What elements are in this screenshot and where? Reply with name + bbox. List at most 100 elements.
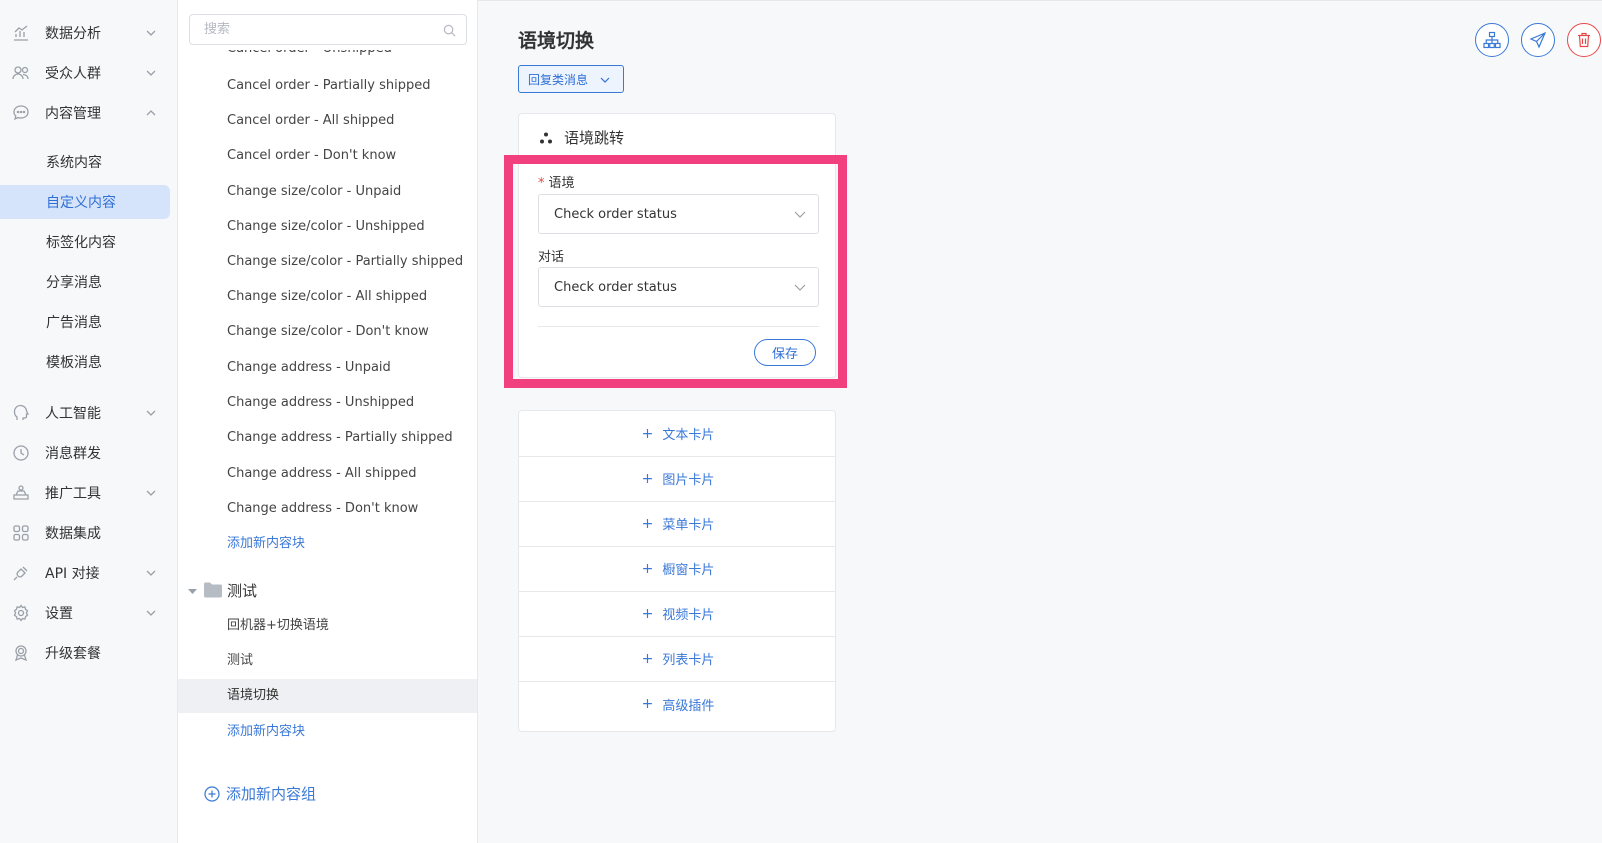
add-content-block-link[interactable]: 添加新内容块	[227, 722, 305, 742]
nav-item-label: 数据集成	[45, 526, 101, 542]
nav-item-promo-tools[interactable]: 推广工具	[0, 476, 170, 510]
list-item[interactable]: Change size/color - Partially shipped	[227, 252, 463, 272]
chart-icon	[11, 23, 31, 43]
nav-item-label: 设置	[45, 606, 73, 622]
org-chart-button[interactable]	[1475, 23, 1509, 57]
nav-item-upgrade-plan[interactable]: 升级套餐	[0, 636, 170, 670]
caret-down-icon[interactable]	[188, 587, 197, 596]
plus-icon: +	[641, 515, 654, 532]
nav-sub-label: 自定义内容	[46, 195, 116, 211]
nav-item-ai[interactable]: 人工智能	[0, 396, 170, 430]
chevron-down-icon	[794, 284, 806, 291]
list-item[interactable]: Change address - All shipped	[227, 464, 417, 484]
content-list-scroll[interactable]: Cancel order - Unshipped Cancel order - …	[178, 50, 478, 843]
add-list-card-button[interactable]: + 列表卡片	[519, 636, 835, 682]
nav-item-label: 内容管理	[45, 106, 101, 122]
sitemap-icon	[1483, 31, 1501, 49]
add-card-label: 高级插件	[662, 698, 715, 714]
list-item[interactable]: Change size/color - Unpaid	[227, 182, 401, 202]
nav-item-api[interactable]: API 对接	[0, 556, 170, 590]
trash-icon	[1578, 32, 1590, 48]
card-title: 语境跳转	[564, 129, 625, 147]
nav-item-settings[interactable]: 设置	[0, 596, 170, 630]
nav-item-content-management[interactable]: 内容管理	[0, 96, 170, 130]
folder-icon	[204, 582, 222, 598]
add-showcase-card-button[interactable]: + 橱窗卡片	[519, 546, 835, 592]
add-menu-card-button[interactable]: + 菜单卡片	[519, 501, 835, 547]
add-content-group-button[interactable]: 添加新内容组	[204, 783, 316, 804]
context-label-text: 语境	[548, 176, 575, 191]
add-image-card-button[interactable]: + 图片卡片	[519, 456, 835, 502]
plus-icon: +	[641, 425, 654, 442]
nav-sub-label: 广告消息	[46, 315, 102, 331]
add-card-label: 图片卡片	[662, 473, 715, 488]
chevron-down-icon	[794, 211, 806, 218]
nav-item-label: 消息群发	[45, 446, 101, 462]
nav-sub-label: 模板消息	[46, 355, 102, 371]
context-jump-icon	[540, 132, 552, 143]
delete-button[interactable]	[1567, 23, 1601, 57]
reply-type-label: 回复类消息	[528, 72, 589, 87]
nav-sub-ad-messages[interactable]: 广告消息	[0, 305, 170, 339]
nav-sub-label: 标签化内容	[46, 235, 116, 251]
list-item[interactable]: Cancel order - Partially shipped	[227, 76, 430, 96]
chevron-down-icon	[146, 30, 156, 36]
chevron-down-icon	[146, 570, 156, 576]
list-item[interactable]: Change address - Partially shipped	[227, 428, 453, 448]
add-advanced-plugin-button[interactable]: + 高级插件	[519, 681, 835, 727]
nav-sub-system-content[interactable]: 系统内容	[0, 145, 170, 179]
add-video-card-button[interactable]: + 视频卡片	[519, 591, 835, 637]
list-item[interactable]: 测试	[227, 651, 253, 671]
chevron-down-icon	[146, 610, 156, 616]
card-header: 语境跳转	[539, 127, 624, 148]
nav-item-data-integration[interactable]: 数据集成	[0, 516, 170, 550]
dialog-select[interactable]: Check order status	[538, 267, 819, 307]
list-item[interactable]: Change size/color - Unshipped	[227, 217, 425, 237]
plus-icon: +	[641, 560, 654, 577]
nav-sub-label: 分享消息	[46, 275, 102, 291]
chevron-down-icon	[146, 410, 156, 416]
nav-item-broadcast[interactable]: 消息群发	[0, 436, 170, 470]
badge-icon	[11, 643, 31, 663]
chat-bubble-icon	[11, 103, 31, 123]
nav-sub-tagged-content[interactable]: 标签化内容	[0, 225, 170, 259]
card-divider	[538, 326, 819, 327]
context-select[interactable]: Check order status	[538, 194, 819, 234]
list-item[interactable]: Change size/color - Don't know	[227, 322, 429, 342]
users-icon	[11, 63, 31, 83]
nav-item-label: 受众人群	[45, 66, 101, 82]
list-item[interactable]: Change size/color - All shipped	[227, 287, 427, 307]
list-item[interactable]: 回机器+切换语境	[227, 616, 329, 636]
nav-sub-share-messages[interactable]: 分享消息	[0, 265, 170, 299]
head-icon	[11, 403, 31, 423]
add-text-card-button[interactable]: + 文本卡片	[519, 411, 835, 457]
list-item-selected[interactable]: 语境切换	[178, 679, 477, 713]
nav-sub-custom-content[interactable]: 自定义内容	[0, 185, 170, 219]
list-item[interactable]: Change address - Don't know	[227, 499, 418, 519]
nav-item-audience[interactable]: 受众人群	[0, 56, 170, 90]
save-button[interactable]: 保存	[754, 339, 816, 366]
nav-item-data-analysis[interactable]: 数据分析	[0, 16, 170, 50]
group-name: 测试	[227, 582, 258, 600]
list-item[interactable]: Cancel order - Don't know	[227, 146, 396, 166]
list-item[interactable]: Change address - Unpaid	[227, 358, 391, 378]
add-content-block-link[interactable]: 添加新内容块	[227, 534, 305, 554]
nav-sub-label: 系统内容	[46, 155, 102, 171]
reply-type-dropdown[interactable]: 回复类消息	[518, 65, 624, 93]
search-icon[interactable]	[443, 24, 456, 37]
nav-item-label: API 对接	[45, 566, 100, 582]
send-icon	[1529, 31, 1547, 49]
list-item[interactable]: Cancel order - All shipped	[227, 111, 394, 131]
send-button[interactable]	[1521, 23, 1555, 57]
main-content: 语境切换 回复类消息 语境跳转 *语境 Check order status	[479, 0, 1602, 843]
search-input[interactable]	[190, 15, 466, 44]
dialog-select-value: Check order status	[554, 279, 677, 295]
nav-sub-template-messages[interactable]: 模板消息	[0, 345, 170, 379]
list-item[interactable]: Cancel order - Unshipped	[227, 50, 392, 59]
chevron-down-icon	[146, 70, 156, 76]
list-item[interactable]: Change address - Unshipped	[227, 393, 414, 413]
chevron-down-icon	[600, 77, 610, 83]
content-group-header[interactable]: 测试	[178, 579, 477, 603]
grid-icon	[11, 523, 31, 543]
add-card-label: 菜单卡片	[662, 518, 715, 533]
